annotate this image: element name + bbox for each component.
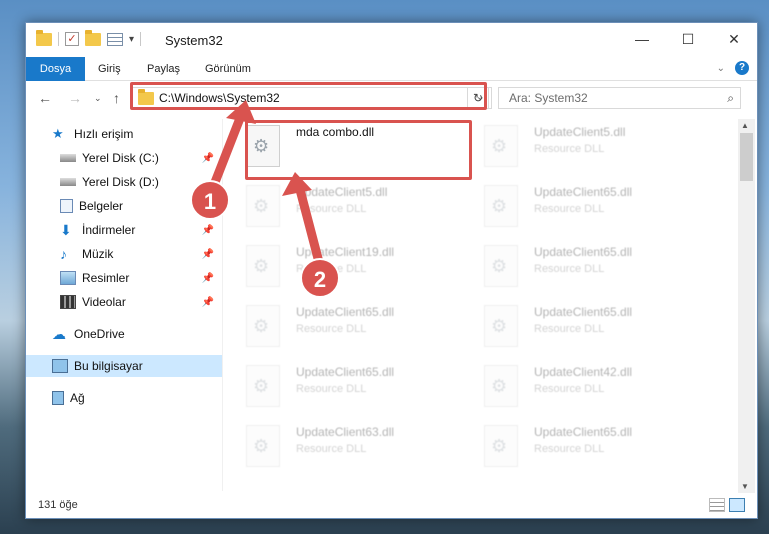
arrow-2-head: [282, 172, 312, 196]
arrow-1-head: [226, 100, 256, 124]
callout-2: 2: [300, 258, 340, 298]
annotation-arrows: [207, 100, 325, 271]
arrow-2-shaft: [293, 177, 325, 271]
callout-1: 1: [190, 180, 230, 220]
